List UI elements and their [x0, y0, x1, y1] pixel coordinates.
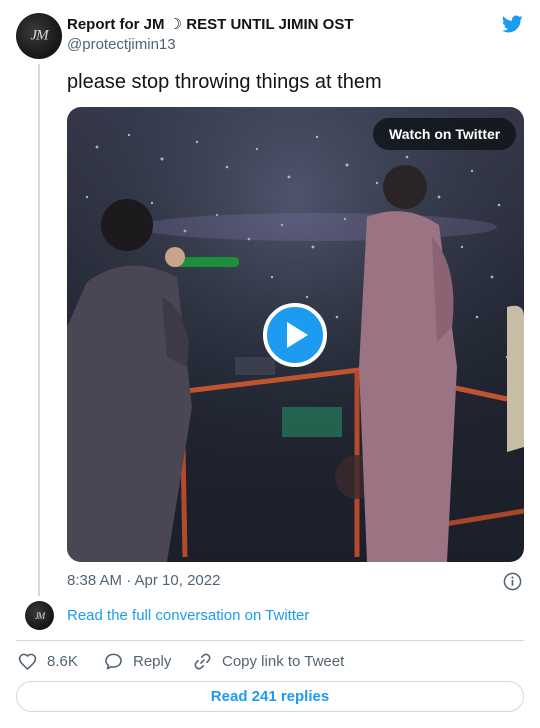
avatar-monogram: JM	[30, 27, 48, 44]
speech-bubble-icon	[105, 653, 122, 669]
twitter-bird-icon[interactable]	[500, 13, 524, 35]
link-icon	[194, 653, 211, 669]
copy-link-button[interactable]: Copy link to Tweet	[193, 651, 344, 671]
like-button[interactable]: 8.6K	[18, 651, 78, 671]
divider	[16, 640, 524, 641]
tweet-timestamp[interactable]: 8:38 AM · Apr 10, 2022	[67, 572, 220, 589]
avatar-monogram-small: JM	[34, 610, 46, 621]
read-full-conversation-link[interactable]: Read the full conversation on Twitter	[67, 607, 309, 624]
tweet-embed-card: JM Report for JM ☽ REST UNTIL JIMIN OST …	[0, 0, 540, 728]
watch-on-twitter-button[interactable]: Watch on Twitter	[373, 118, 517, 150]
info-icon[interactable]	[503, 572, 522, 591]
thread-line	[38, 64, 40, 596]
conversation-avatar: JM	[25, 601, 54, 630]
tweet-text: please stop throwing things at them	[67, 71, 382, 93]
author-avatar[interactable]: JM	[16, 13, 62, 59]
video-player[interactable]: Watch on Twitter	[67, 107, 524, 562]
author-handle[interactable]: @protectjimin13	[67, 36, 176, 53]
copy-link-label: Copy link to Tweet	[222, 652, 345, 670]
read-replies-button[interactable]: Read 241 replies	[16, 681, 524, 712]
heart-icon	[18, 653, 37, 670]
like-count: 8.6K	[47, 652, 78, 670]
play-button[interactable]	[263, 303, 327, 367]
play-icon	[287, 322, 308, 348]
reply-button[interactable]: Reply	[104, 651, 171, 671]
author-display-name[interactable]: Report for JM ☽ REST UNTIL JIMIN OST	[67, 15, 354, 33]
reply-label: Reply	[133, 652, 172, 670]
